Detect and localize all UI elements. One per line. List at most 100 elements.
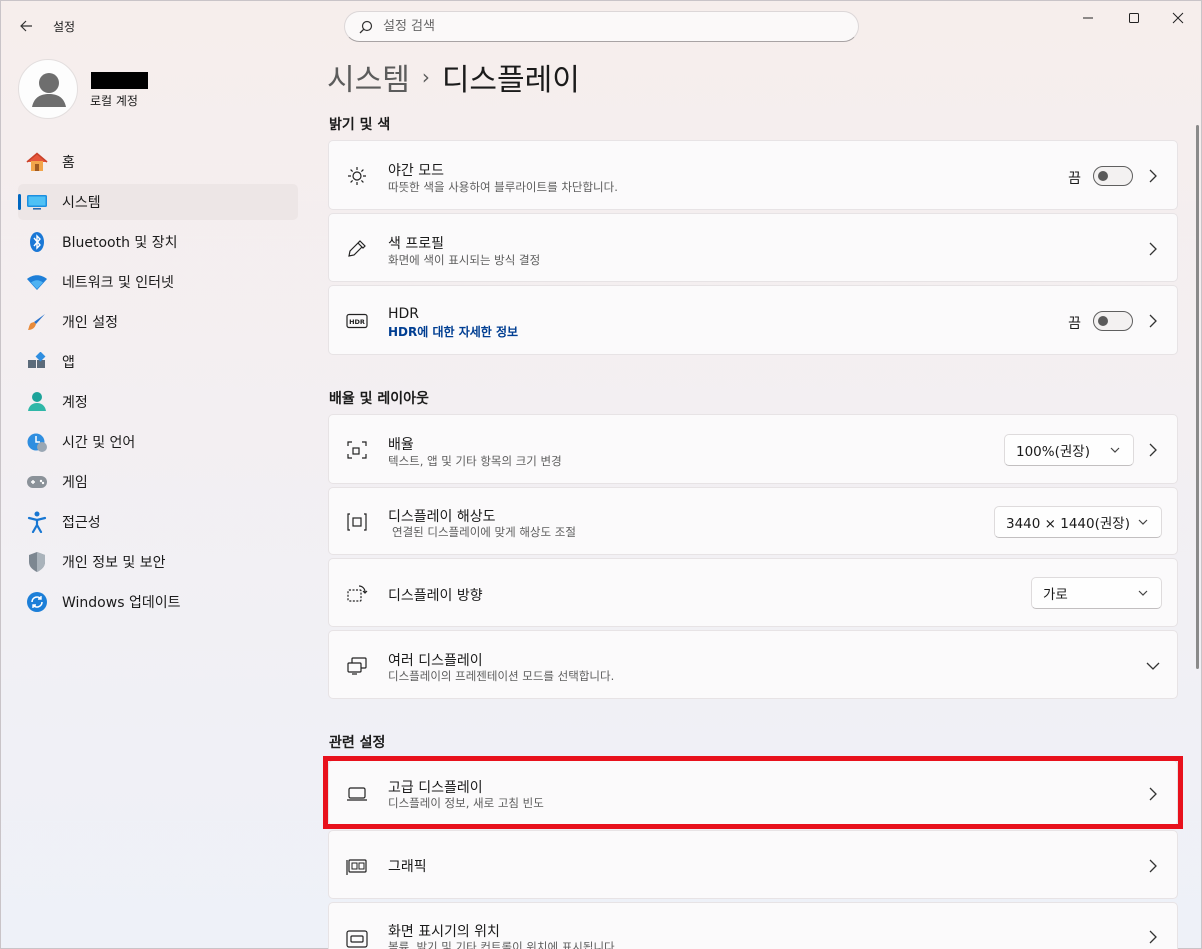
- hdr-card[interactable]: HDR HDR HDR에 대한 자세한 정보 끔: [328, 285, 1178, 355]
- account-type: 로컬 계정: [90, 94, 138, 108]
- home-icon: [26, 151, 48, 173]
- color-profile-title: 색 프로필: [388, 236, 444, 252]
- sidebar-item-label: 앱: [62, 355, 75, 371]
- multiple-displays-description: 디스플레이의 프레젠테이션 모드를 선택합니다.: [388, 669, 615, 683]
- sidebar-item-system[interactable]: 시스템: [18, 184, 298, 220]
- sidebar-item-network[interactable]: 네트워크 및 인터넷: [18, 264, 298, 300]
- sidebar-item-label: Windows 업데이트: [62, 595, 181, 611]
- hdr-icon: HDR: [345, 309, 369, 333]
- sidebar-item-bluetooth[interactable]: Bluetooth 및 장치: [18, 224, 298, 260]
- rotate-icon: [345, 582, 369, 606]
- redacted-username: [91, 72, 148, 89]
- night-light-description: 따뜻한 색을 사용하여 블루라이트를 차단합니다.: [388, 180, 618, 194]
- graphics-card-icon: [345, 854, 369, 878]
- back-arrow-icon: [20, 20, 32, 32]
- sidebar-item-accounts[interactable]: 계정: [18, 384, 298, 420]
- hdr-info-link[interactable]: HDR에 대한 자세한 정보: [388, 323, 518, 340]
- scrollbar-thumb[interactable]: [1196, 125, 1199, 669]
- bluetooth-icon: [26, 231, 48, 253]
- graphics-title: 그래픽: [388, 859, 427, 875]
- scale-value: 100%(권장): [1016, 444, 1090, 460]
- color-profile-card[interactable]: 색 프로필 화면에 색이 표시되는 방식 결정: [328, 213, 1178, 282]
- orientation-card[interactable]: 디스플레이 방향 가로: [328, 558, 1178, 627]
- chevron-down-icon: [1138, 519, 1148, 525]
- sidebar-item-privacy[interactable]: 개인 정보 및 보안: [18, 544, 298, 580]
- sidebar-item-label: 개인 설정: [62, 315, 118, 331]
- night-light-title: 야간 모드: [388, 163, 444, 179]
- scale-card[interactable]: 배율 텍스트, 앱 및 기타 항목의 크기 변경 100%(권장): [328, 414, 1178, 484]
- indicator-position-description: 볼륨, 밝기 및 기타 컨트롤이 위치에 표시됩니다.: [388, 940, 619, 949]
- account-icon: [26, 391, 48, 413]
- resolution-description: 연결된 디스플레이에 맞게 해상도 조절: [392, 525, 576, 539]
- chevron-right-icon: [1145, 929, 1161, 945]
- night-light-toggle-label: 끔: [1068, 171, 1081, 187]
- resolution-dropdown[interactable]: 3440 × 1440(권장): [994, 506, 1162, 538]
- orientation-value: 가로: [1043, 587, 1068, 603]
- resolution-title: 디스플레이 해상도: [388, 509, 496, 525]
- chevron-right-icon: [1145, 313, 1161, 329]
- search-box[interactable]: [344, 11, 859, 42]
- night-light-card[interactable]: 야간 모드 따뜻한 색을 사용하여 블루라이트를 차단합니다. 끔: [328, 140, 1178, 210]
- sidebar-item-label: 개인 정보 및 보안: [62, 555, 166, 571]
- eyedropper-icon: [345, 237, 369, 261]
- close-icon: [1172, 12, 1184, 24]
- section-title-related: 관련 설정: [329, 735, 386, 751]
- chevron-right-icon: [1145, 858, 1161, 874]
- back-button[interactable]: [13, 13, 39, 39]
- sidebar-item-label: 시스템: [62, 195, 101, 211]
- multiple-displays-card[interactable]: 여러 디스플레이 디스플레이의 프레젠테이션 모드를 선택합니다.: [328, 630, 1178, 699]
- sidebar-item-time-language[interactable]: 시간 및 언어: [18, 424, 298, 460]
- graphics-card[interactable]: 그래픽: [328, 830, 1178, 899]
- resolution-value: 3440 × 1440(권장): [1006, 516, 1130, 532]
- chevron-down-icon: [1110, 447, 1120, 453]
- sidebar-item-gaming[interactable]: 게임: [18, 464, 298, 500]
- chevron-down-icon[interactable]: [1145, 658, 1161, 674]
- sidebar-item-label: 홈: [62, 155, 75, 171]
- resolution-card[interactable]: 디스플레이 해상도 연결된 디스플레이에 맞게 해상도 조절 3440 × 14…: [328, 487, 1178, 555]
- sidebar-item-label: Bluetooth 및 장치: [62, 235, 178, 251]
- sidebar-item-windows-update[interactable]: Windows 업데이트: [18, 584, 298, 620]
- breadcrumb-separator: ›: [421, 65, 430, 89]
- sidebar-item-accessibility[interactable]: 접근성: [18, 504, 298, 540]
- night-light-icon: [345, 164, 369, 188]
- scale-dropdown[interactable]: 100%(권장): [1004, 434, 1134, 466]
- section-title-scale-layout: 배율 및 레이아웃: [329, 391, 429, 407]
- settings-window: 설정 로컬 계정 홈 시스템: [0, 0, 1202, 949]
- title-bar: 설정: [1, 1, 1201, 51]
- chevron-right-icon: [1145, 442, 1161, 458]
- minimize-icon: [1083, 17, 1093, 19]
- sidebar-item-label: 네트워크 및 인터넷: [62, 275, 174, 291]
- scale-description: 텍스트, 앱 및 기타 항목의 크기 변경: [388, 454, 562, 468]
- indicator-position-card[interactable]: 화면 표시기의 위치 볼륨, 밝기 및 기타 컨트롤이 위치에 표시됩니다.: [328, 902, 1178, 949]
- sidebar-item-home[interactable]: 홈: [18, 144, 298, 180]
- hdr-toggle[interactable]: [1093, 311, 1133, 331]
- screen-indicator-icon: [345, 927, 369, 949]
- multiple-displays-icon: [345, 654, 369, 678]
- search-input[interactable]: [383, 19, 823, 34]
- color-profile-description: 화면에 색이 표시되는 방식 결정: [388, 253, 541, 267]
- search-icon: [359, 20, 373, 33]
- gamepad-icon: [26, 471, 48, 493]
- accessibility-icon: [26, 511, 48, 533]
- scale-title: 배율: [388, 437, 414, 453]
- orientation-dropdown[interactable]: 가로: [1031, 577, 1162, 609]
- night-light-toggle[interactable]: [1093, 166, 1133, 186]
- breadcrumb-parent[interactable]: 시스템: [327, 55, 410, 99]
- minimize-button[interactable]: [1065, 1, 1111, 35]
- sidebar-item-personalization[interactable]: 개인 설정: [18, 304, 298, 340]
- hdr-title: HDR: [388, 306, 420, 322]
- sidebar-nav: 홈 시스템 Bluetooth 및 장치 네트워크 및 인터넷 개인 설정 앱 …: [18, 144, 298, 624]
- svg-text:HDR: HDR: [349, 318, 365, 326]
- page-title: 디스플레이: [441, 63, 580, 98]
- time-language-icon: [26, 431, 48, 453]
- hdr-toggle-label: 끔: [1068, 316, 1081, 332]
- highlight-box: [323, 756, 1183, 829]
- brush-icon: [26, 311, 48, 333]
- sidebar-item-label: 계정: [62, 395, 88, 411]
- wifi-icon: [26, 271, 48, 293]
- app-title: 설정: [53, 20, 76, 34]
- indicator-position-title: 화면 표시기의 위치: [388, 924, 500, 940]
- close-button[interactable]: [1155, 1, 1201, 35]
- sidebar-item-apps[interactable]: 앱: [18, 344, 298, 380]
- maximize-button[interactable]: [1111, 1, 1157, 35]
